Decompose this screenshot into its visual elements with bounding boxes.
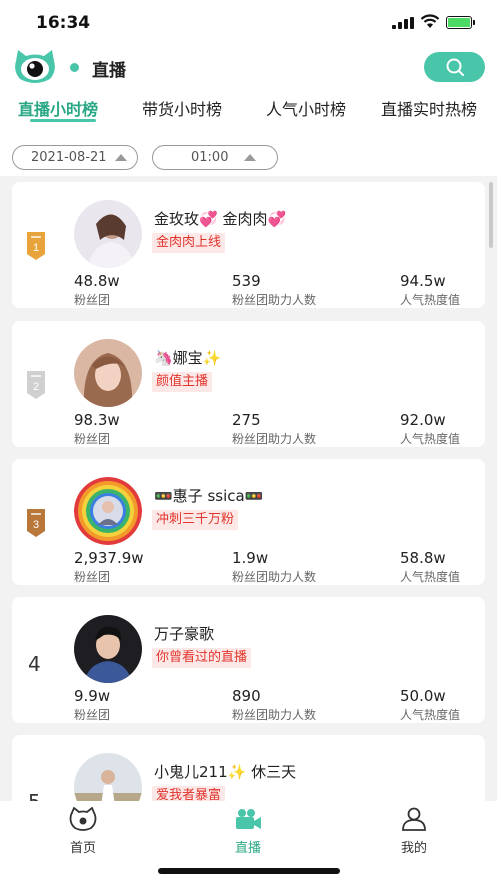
avatar[interactable] — [74, 200, 142, 268]
avatar[interactable] — [74, 753, 142, 801]
search-icon — [446, 58, 464, 76]
top-bar: 直播 — [0, 44, 497, 90]
rank-badge-number: 1 — [33, 242, 39, 254]
wifi-icon — [420, 14, 440, 28]
rank-number: 4 — [28, 652, 41, 676]
streamer-name: 小鬼儿211✨ 休三天 — [154, 763, 297, 781]
date-picker[interactable]: 2021-08-21 — [12, 145, 138, 170]
ranking-list[interactable]: 1 金玫玫💞 金肉肉💞 金肉肉上线 48.8w 粉丝团 539 粉丝团助力人数 … — [0, 176, 497, 801]
helpers-label: 粉丝团助力人数 — [232, 708, 317, 722]
avatar[interactable] — [74, 477, 142, 545]
gold-medal-icon: 1 — [27, 232, 45, 260]
helpers-label: 粉丝团助力人数 — [232, 293, 317, 307]
heat-label: 人气热度值 — [400, 708, 461, 722]
caret-up-icon — [114, 154, 127, 161]
rank-badge-number: 3 — [33, 519, 39, 531]
nav-profile-label: 我的 — [400, 841, 427, 856]
heat-value: 50.0w — [400, 687, 446, 705]
streamer-name: 🚥惠子 ssica🚥 — [154, 487, 264, 505]
status-time: 16:34 — [36, 13, 91, 33]
active-tab-indicator — [30, 119, 96, 122]
fans-label: 粉丝团 — [74, 708, 111, 722]
scrollbar[interactable] — [489, 182, 493, 248]
user-icon — [402, 807, 426, 831]
heat-value: 94.5w — [400, 272, 446, 290]
rank-badge-number: 2 — [33, 381, 39, 393]
search-button[interactable] — [424, 52, 485, 82]
heat-value: 58.8w — [400, 549, 446, 567]
helpers-value: 1.9w — [232, 549, 269, 567]
fans-value: 9.9w — [74, 687, 111, 705]
app-logo-icon — [15, 50, 55, 83]
ranking-card[interactable]: 1 金玫玫💞 金肉肉💞 金肉肉上线 48.8w 粉丝团 539 粉丝团助力人数 … — [12, 182, 485, 308]
date-value: 2021-08-21 — [31, 150, 107, 165]
helpers-label: 粉丝团助力人数 — [232, 570, 317, 584]
streamer-name: 🦄娜宝✨ — [154, 349, 222, 367]
ranking-card[interactable]: 4 万子豪歌 你曾看过的直播 9.9w 粉丝团 890 粉丝团助力人数 50.0… — [12, 597, 485, 723]
caret-up-icon — [244, 154, 257, 161]
fans-value: 48.8w — [74, 272, 120, 290]
bronze-medal-icon: 3 — [27, 509, 45, 537]
home-icon — [69, 807, 97, 831]
streamer-tag: 你曾看过的直播 — [152, 648, 252, 668]
helpers-value: 275 — [232, 411, 261, 429]
heat-label: 人气热度值 — [400, 293, 461, 307]
fans-label: 粉丝团 — [74, 293, 111, 307]
fans-label: 粉丝团 — [74, 570, 111, 584]
time-picker[interactable]: 01:00 — [152, 145, 278, 170]
heat-label: 人气热度值 — [400, 432, 461, 446]
nav-live[interactable]: 直播 — [208, 807, 288, 856]
battery-icon — [446, 16, 475, 29]
helpers-value: 539 — [232, 272, 261, 290]
live-dot — [70, 63, 79, 72]
helpers-label: 粉丝团助力人数 — [232, 432, 317, 446]
ranking-tabs: 直播小时榜 带货小时榜 人气小时榜 直播实时热榜 — [0, 90, 497, 130]
tab-sales-hourly[interactable]: 带货小时榜 — [142, 96, 222, 120]
home-indicator — [158, 868, 340, 874]
tab-live-realtime[interactable]: 直播实时热榜 — [381, 96, 477, 120]
tab-popularity-hourly[interactable]: 人气小时榜 — [266, 96, 346, 120]
nav-home-label: 首页 — [69, 841, 96, 856]
tab-live-hourly[interactable]: 直播小时榜 — [18, 96, 98, 120]
fans-value: 98.3w — [74, 411, 120, 429]
helpers-value: 890 — [232, 687, 261, 705]
filter-bar: 2021-08-21 01:00 — [0, 130, 497, 176]
streamer-tag: 爱我者暴富 — [152, 786, 226, 801]
streamer-tag: 冲刺三千万粉 — [152, 510, 239, 530]
streamer-name: 金玫玫💞 金肉肉💞 — [154, 210, 287, 228]
heat-label: 人气热度值 — [400, 570, 461, 584]
status-bar: 16:34 — [0, 0, 497, 44]
page-title: 直播 — [92, 61, 126, 81]
time-value: 01:00 — [191, 150, 229, 165]
ranking-card[interactable]: 3 🚥惠子 ssica🚥 冲刺三千万粉 2,937.9w 粉丝团 1.9w 粉丝… — [12, 459, 485, 585]
signal-icon — [392, 17, 414, 29]
ranking-card[interactable]: 5 小鬼儿211✨ 休三天 爱我者暴富 — [12, 735, 485, 801]
fans-value: 2,937.9w — [74, 549, 144, 567]
avatar[interactable] — [74, 339, 142, 407]
rank-number: 5 — [28, 790, 41, 801]
streamer-tag: 颜值主播 — [152, 372, 213, 392]
heat-value: 92.0w — [400, 411, 446, 429]
silver-medal-icon: 2 — [27, 371, 45, 399]
nav-home[interactable]: 首页 — [43, 807, 123, 856]
nav-profile[interactable]: 我的 — [374, 807, 454, 856]
camera-icon — [236, 809, 261, 829]
nav-live-label: 直播 — [234, 841, 261, 856]
streamer-tag: 金肉肉上线 — [152, 233, 226, 253]
avatar[interactable] — [74, 615, 142, 683]
ranking-card[interactable]: 2 🦄娜宝✨ 颜值主播 98.3w 粉丝团 275 粉丝团助力人数 92.0w … — [12, 321, 485, 447]
streamer-name: 万子豪歌 — [154, 625, 215, 643]
fans-label: 粉丝团 — [74, 432, 111, 446]
